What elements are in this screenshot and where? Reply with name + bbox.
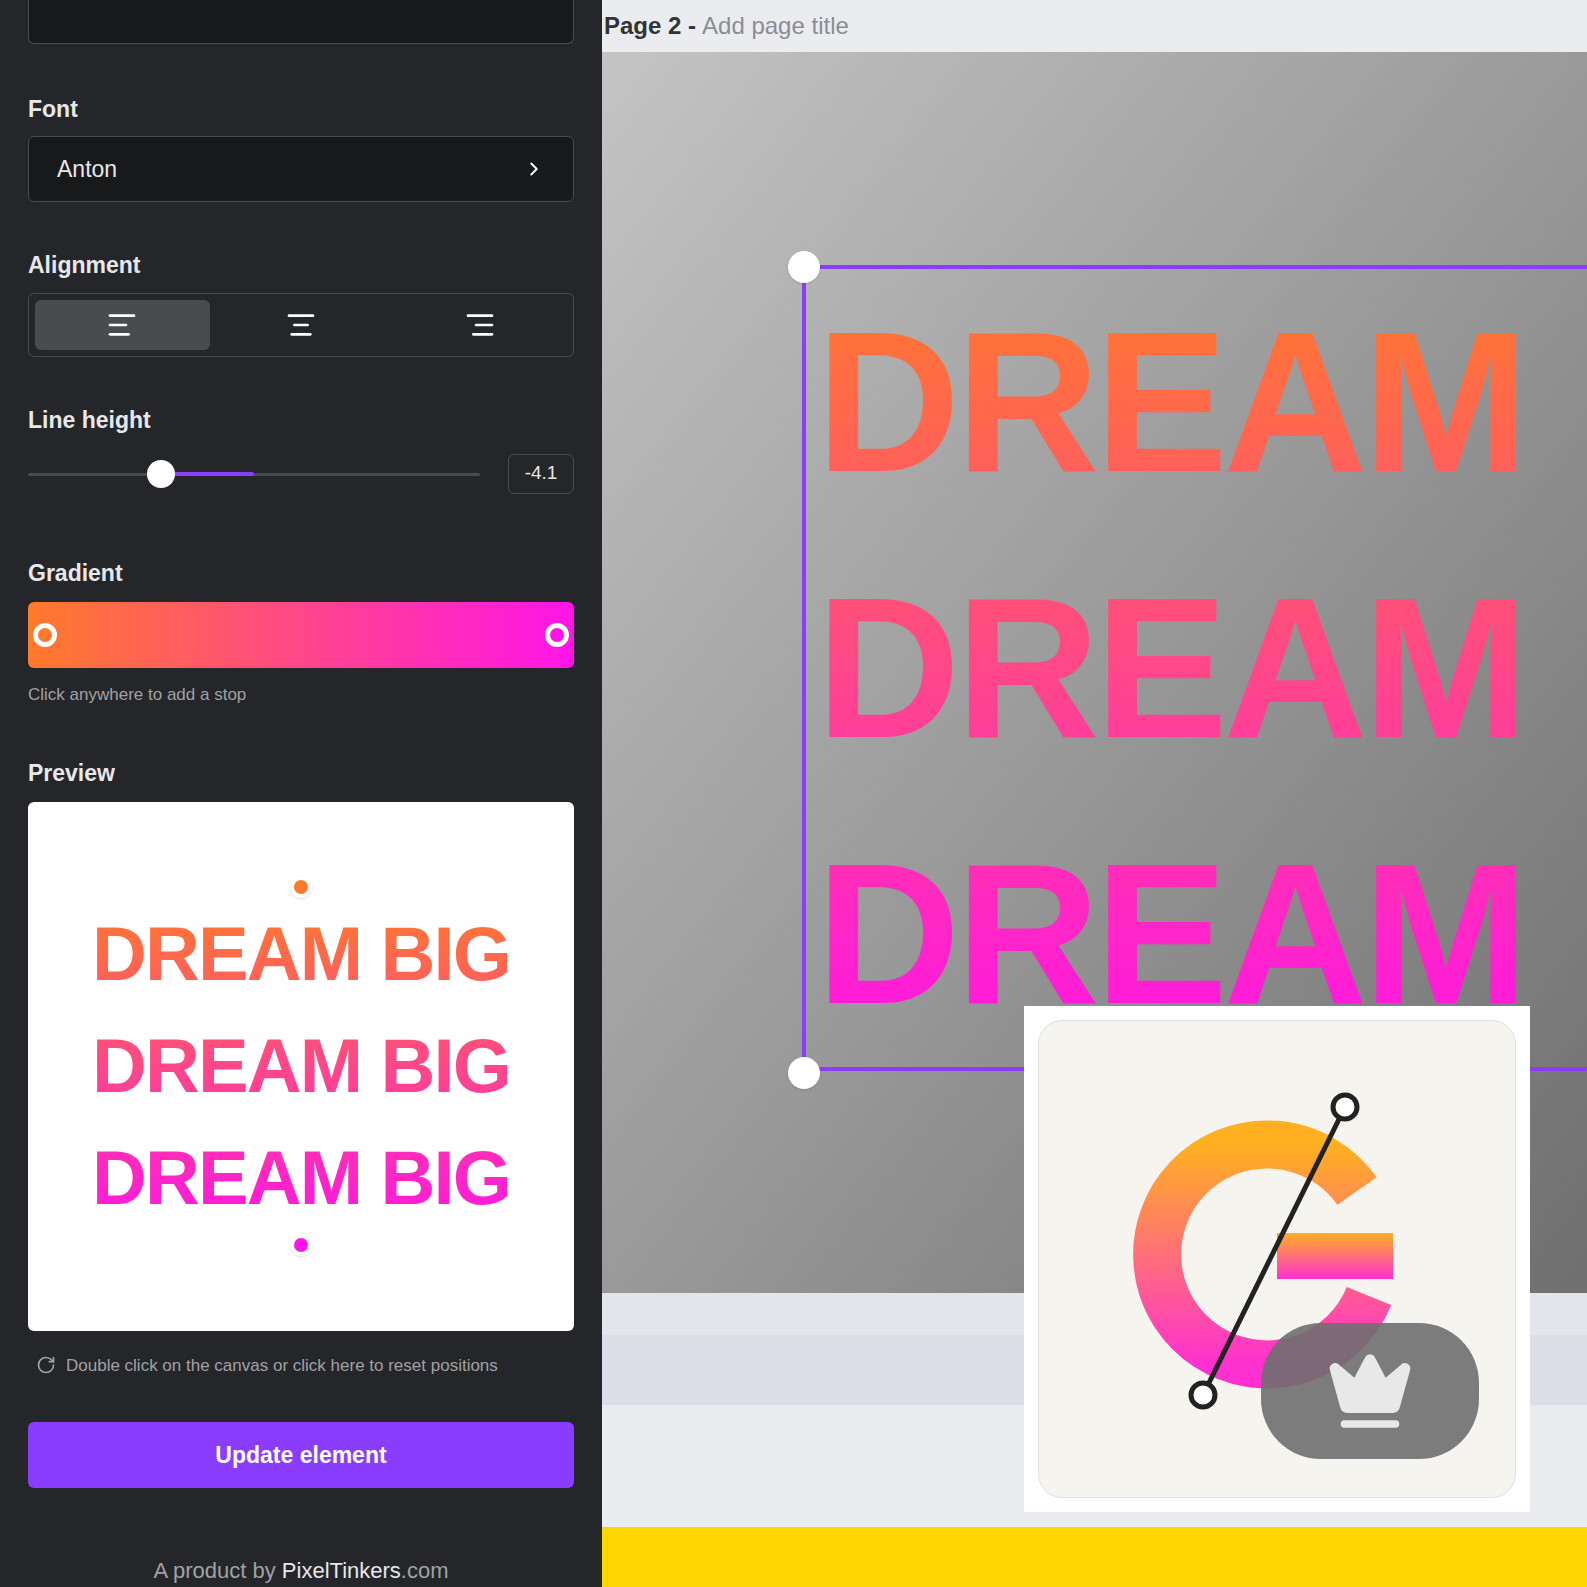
alignment-option[interactable] (35, 300, 210, 351)
alignment-option[interactable] (392, 300, 567, 351)
preview-text: DREAM BIGDREAM BIGDREAM BIG (92, 898, 510, 1234)
alignment-option[interactable] (214, 300, 389, 351)
canvas-text: DREAMDREAMDREAM (806, 269, 1587, 1067)
preview-line: DREAM BIG (92, 1122, 510, 1234)
page-title-input[interactable]: Add page title (702, 8, 849, 44)
align-left-icon (106, 309, 138, 341)
preview-box[interactable]: DREAM BIGDREAM BIGDREAM BIG (28, 802, 574, 1330)
gradient-bar[interactable] (28, 602, 574, 668)
page-title-bar: Page 2 - Add page title (602, 0, 1587, 52)
app-logo-card (1024, 1006, 1530, 1512)
line-height-label: Line height (28, 403, 574, 438)
canvas-line: DREAM (816, 535, 1587, 801)
slider-thumb[interactable] (147, 460, 175, 488)
preview-line: DREAM BIG (92, 898, 510, 1010)
font-label: Font (28, 92, 574, 127)
font-value: Anton (57, 152, 117, 187)
text-element[interactable]: DREAMDREAMDREAM (802, 265, 1587, 1071)
resize-handle[interactable] (788, 251, 820, 283)
reset-icon (36, 1355, 56, 1375)
gradient-stop[interactable] (545, 623, 569, 647)
align-right-icon (464, 309, 496, 341)
preview-line: DREAM BIG (92, 1010, 510, 1122)
gradient-label: Gradient (28, 556, 574, 591)
line-height-slider[interactable] (28, 460, 480, 488)
reset-hint[interactable]: Double click on the canvas or click here… (28, 1353, 574, 1379)
update-element-button[interactable]: Update element (28, 1422, 574, 1488)
top-field[interactable] (28, 0, 574, 44)
gradient-handle-start[interactable] (290, 876, 312, 898)
alignment-group (28, 293, 574, 358)
align-center-icon (285, 309, 317, 341)
side-panel: Font Anton Alignment Line height -4.1 Gradien… (0, 0, 602, 1587)
canvas-area: Page 2 - Add page title DREAMDREAMDREAM (602, 0, 1587, 1587)
alignment-label: Alignment (28, 248, 574, 283)
next-page[interactable] (602, 1527, 1587, 1587)
gradient-stop[interactable] (33, 623, 57, 647)
preview-label: Preview (28, 756, 574, 791)
app: Font Anton Alignment Line height -4.1 Gradien… (0, 0, 1587, 1587)
gradient-hint: Click anywhere to add a stop (28, 682, 574, 708)
line-height-value[interactable]: -4.1 (508, 454, 574, 494)
footer: A product by PixelTinkers.com (28, 1554, 574, 1587)
pro-badge (1261, 1323, 1479, 1459)
line-height-row: -4.1 (28, 454, 574, 494)
canvas-line: DREAM (816, 269, 1587, 535)
font-select[interactable]: Anton (28, 136, 574, 202)
chevron-right-icon (523, 158, 545, 180)
crown-icon (1326, 1347, 1414, 1435)
page-label: Page 2 - (604, 8, 696, 44)
resize-handle[interactable] (788, 1057, 820, 1089)
gradient-handle-end[interactable] (290, 1234, 312, 1256)
